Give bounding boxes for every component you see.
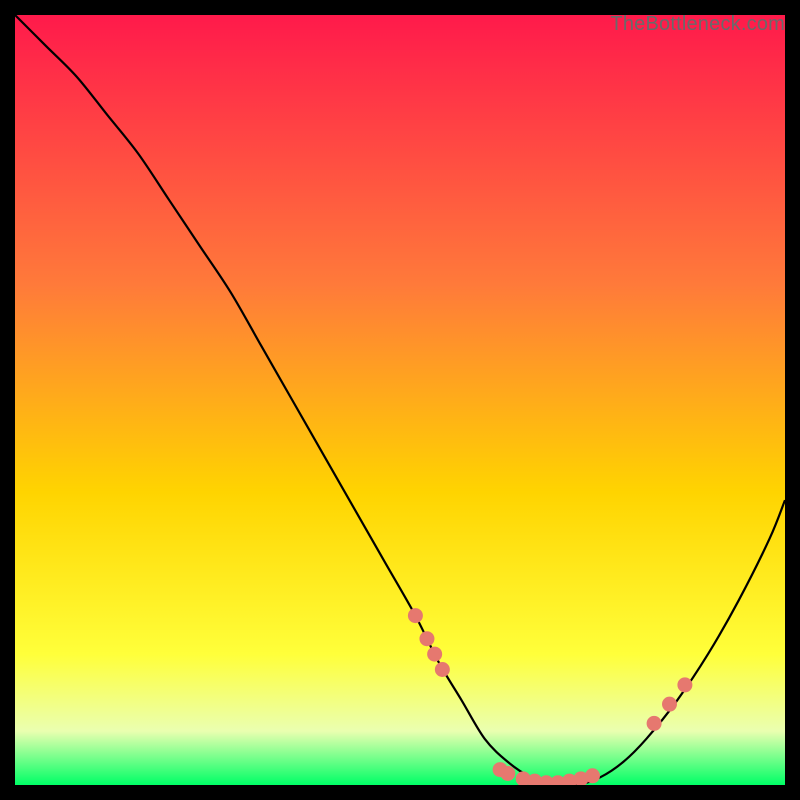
highlight-dot <box>662 697 677 712</box>
highlight-dot <box>647 716 662 731</box>
highlight-dot <box>585 768 600 783</box>
bottleneck-chart <box>15 15 785 785</box>
highlight-dot <box>677 677 692 692</box>
highlight-dot <box>427 647 442 662</box>
chart-frame: TheBottleneck.com <box>15 15 785 785</box>
watermark-text: TheBottleneck.com <box>610 13 785 36</box>
highlight-dot <box>500 766 515 781</box>
highlight-dot <box>419 631 434 646</box>
highlight-dot <box>435 662 450 677</box>
highlight-dot <box>408 608 423 623</box>
gradient-background <box>15 15 785 785</box>
